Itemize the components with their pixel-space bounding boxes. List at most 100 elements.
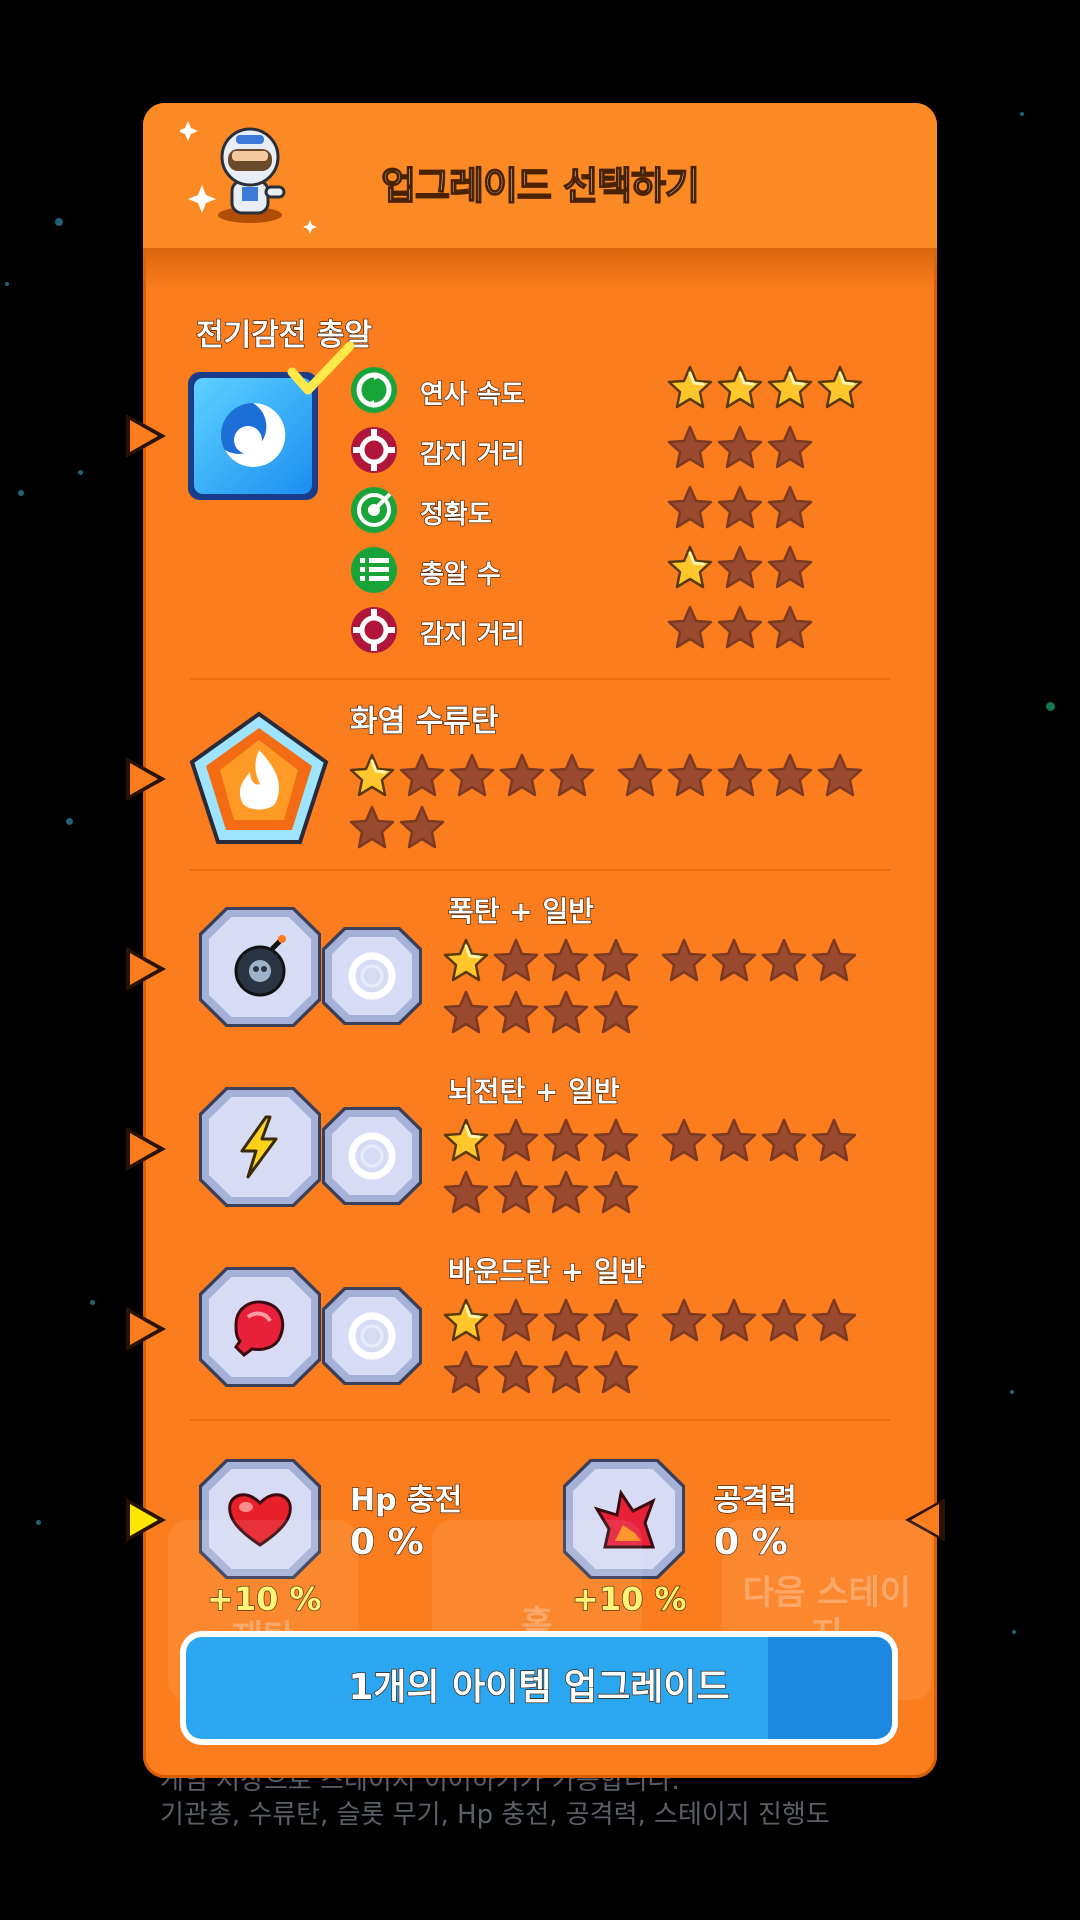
row-pointer-arrow <box>126 414 166 458</box>
star-empty <box>811 1298 857 1342</box>
star-empty <box>593 938 639 982</box>
star-dot <box>5 282 9 286</box>
star-empty <box>811 938 857 982</box>
combo-name: 뇌전탄 + 일반 <box>447 1074 620 1108</box>
weapon-stat-label: 감지 거리 <box>419 619 525 650</box>
star-empty <box>717 605 763 649</box>
weapon-stat-label: 연사 속도 <box>419 379 525 410</box>
star-empty <box>711 938 757 982</box>
upgrade-items-button-label: 1개의 아이템 업그레이드 <box>348 1666 731 1708</box>
rotate-icon <box>351 367 397 413</box>
star-filled <box>443 1298 489 1342</box>
selected-check-icon <box>287 341 355 395</box>
star-empty <box>443 990 489 1034</box>
star-empty <box>593 1298 639 1342</box>
star-dot <box>1010 1390 1014 1394</box>
star-empty <box>493 990 539 1034</box>
fire-grenade-badge[interactable] <box>188 710 330 848</box>
combo-normal-slot[interactable] <box>322 927 422 1025</box>
star-dot <box>18 490 24 496</box>
combo-normal-slot[interactable] <box>322 1287 422 1385</box>
lightning-icon <box>240 1115 278 1179</box>
upgrade-items-button[interactable]: 1개의 아이템 업그레이드 <box>186 1637 892 1739</box>
grenade-stars <box>348 752 908 856</box>
weapon-stat-label: 감지 거리 <box>419 439 525 470</box>
star-empty <box>349 805 395 849</box>
star-dot <box>1046 702 1055 711</box>
star-dot <box>66 818 73 825</box>
star-empty <box>767 425 813 469</box>
star-empty <box>543 938 589 982</box>
star-empty <box>617 753 663 797</box>
star-empty <box>493 1298 539 1342</box>
star-empty <box>767 485 813 529</box>
weapon-stat-stars <box>666 424 896 476</box>
star-filled <box>817 365 863 409</box>
star-empty <box>661 1298 707 1342</box>
star-filled <box>443 938 489 982</box>
save-info-detail: 기관총, 수류탄, 슬롯 무기, Hp 충전, 공격력, 스테이지 진행도 <box>160 1800 830 1830</box>
star-filled <box>667 365 713 409</box>
star-empty <box>543 1170 589 1214</box>
weapon-stat-stars <box>666 544 896 596</box>
combo-primary-slot[interactable] <box>199 1267 321 1387</box>
panel-title: 업그레이드 선택하기 <box>380 163 700 209</box>
star-filled <box>443 1118 489 1162</box>
hp-charge-value: 0 % <box>349 1521 424 1563</box>
star-empty <box>543 1298 589 1342</box>
star-empty <box>667 425 713 469</box>
star-empty <box>399 753 445 797</box>
weapon-stat-stars <box>666 604 896 656</box>
star-empty <box>593 990 639 1034</box>
combo-normal-slot[interactable] <box>322 1107 422 1205</box>
target-reticle-icon <box>351 607 397 653</box>
star-empty <box>593 1350 639 1394</box>
star-empty <box>717 545 763 589</box>
star-dot <box>36 1520 41 1525</box>
row-pointer-arrow <box>126 757 166 801</box>
star-filled <box>349 753 395 797</box>
star-empty <box>767 545 813 589</box>
star-empty <box>767 753 813 797</box>
star-dot <box>90 1300 95 1305</box>
star-empty <box>543 1118 589 1162</box>
combo-primary-slot[interactable] <box>199 1087 321 1207</box>
star-filled <box>717 365 763 409</box>
target-reticle-icon <box>351 427 397 473</box>
section-divider <box>190 1419 890 1421</box>
star-empty <box>593 1118 639 1162</box>
astronaut-mascot-icon <box>180 121 317 234</box>
normal-bullet-icon <box>348 1132 396 1180</box>
star-empty <box>667 605 713 649</box>
star-empty <box>761 938 807 982</box>
weapon-stat-label: 정확도 <box>419 499 492 530</box>
star-dot <box>1020 112 1024 116</box>
star-empty <box>493 1170 539 1214</box>
star-empty <box>767 605 813 649</box>
weapon-stat-stars <box>666 484 896 536</box>
combo-primary-slot[interactable] <box>199 907 321 1027</box>
star-filled <box>767 365 813 409</box>
row-pointer-arrow <box>126 1307 166 1351</box>
section-divider <box>190 869 890 871</box>
star-empty <box>499 753 545 797</box>
star-filled <box>667 545 713 589</box>
star-empty <box>493 1350 539 1394</box>
star-empty <box>717 425 763 469</box>
star-empty <box>543 990 589 1034</box>
star-empty <box>811 1118 857 1162</box>
star-empty <box>667 485 713 529</box>
accuracy-icon <box>351 487 397 533</box>
weapon-stat-stars <box>666 364 896 416</box>
star-empty <box>717 485 763 529</box>
selected-row-arrow <box>126 1498 166 1542</box>
star-empty <box>543 1350 589 1394</box>
combo-name: 바운드탄 + 일반 <box>447 1254 646 1288</box>
attack-label: 공격력 <box>713 1482 797 1518</box>
header-shadow <box>143 248 937 288</box>
combo-stars <box>442 937 902 1041</box>
boxing-glove-icon <box>234 1300 285 1357</box>
combo-stars <box>442 1297 902 1401</box>
star-empty <box>493 1118 539 1162</box>
electric-bullet-icon <box>221 402 286 467</box>
